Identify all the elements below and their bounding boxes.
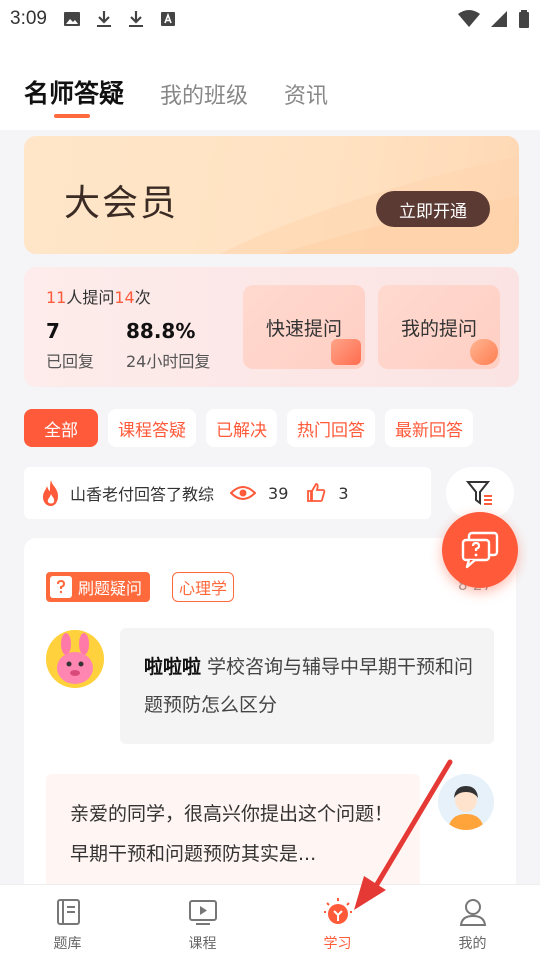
question-bubble: 啦啦啦 学校咨询与辅导中早期干预和问题预防怎么区分 — [120, 628, 494, 744]
quick-ask-button[interactable]: 快速提问 — [243, 285, 365, 369]
answer-text: 亲爱的同学，很高兴你提出这个问题！早期干预和问题预防其实是... — [70, 803, 394, 865]
nav-question-bank[interactable]: 题库 — [0, 885, 135, 960]
chat-question-icon — [461, 531, 499, 569]
app-notification-icon — [160, 12, 175, 26]
fire-icon — [43, 480, 58, 506]
filter-course-qa[interactable]: 课程答疑 — [108, 409, 196, 447]
signal-icon — [491, 11, 507, 27]
filter-hot[interactable]: 热门回答 — [287, 409, 375, 447]
tag-practice-question: 刷题疑问 — [46, 572, 151, 602]
replied-label: 已回复 — [46, 352, 95, 371]
filter-icon — [466, 481, 492, 505]
ticker-text: 山香老付回答了教综 — [70, 485, 215, 504]
nav-label-study: 学习 — [323, 936, 352, 952]
quick-ask-icon — [331, 339, 361, 365]
lightbulb-icon — [323, 898, 352, 924]
bottom-nav: 题库 课程 学习 我的 — [0, 884, 540, 960]
download-icon — [96, 11, 111, 27]
banner-title: 大会员 — [64, 183, 179, 224]
nav-label-profile: 我的 — [458, 936, 487, 952]
eye-icon — [230, 486, 257, 500]
question-card[interactable]: 刷题疑问 心理学 8-27 啦啦啦学校咨询与辅导中早期干预和问题预防怎么区分 亲… — [24, 538, 516, 898]
nav-profile[interactable]: 我的 — [405, 885, 540, 960]
my-questions-icon — [470, 339, 498, 365]
times-text: 次 — [134, 288, 151, 307]
nav-label-question-bank: 题库 — [53, 936, 82, 952]
filter-latest[interactable]: 最新回答 — [385, 409, 473, 447]
my-questions-label: 我的提问 — [400, 318, 477, 340]
times-count: 14 — [114, 288, 135, 307]
ask-question-fab[interactable] — [442, 512, 518, 588]
status-system — [458, 10, 530, 28]
asked-text: 人提问 — [66, 288, 115, 307]
question-doc-icon — [50, 576, 72, 598]
status-notifications — [63, 10, 177, 28]
question-bank-icon — [56, 899, 80, 925]
wifi-icon — [458, 10, 480, 27]
battery-icon — [519, 10, 529, 28]
filter-chips: 全部 课程答疑 已解决 热门回答 最新回答 — [24, 409, 473, 447]
profile-icon — [459, 899, 486, 926]
tag-main-label: 刷题疑问 — [78, 579, 143, 598]
image-icon — [63, 12, 80, 26]
like-count: 3 — [338, 483, 349, 503]
reply-rate-value: 88.8% — [126, 319, 196, 343]
asker-avatar — [46, 630, 104, 688]
question-stats-card: 11人提问14次 7 已回复 88.8% 24小时回复 快速提问 我的提问 — [24, 267, 519, 387]
tag-subject: 心理学 — [172, 572, 235, 602]
reply-rate-label: 24小时回复 — [126, 352, 211, 371]
asked-count: 11 — [46, 288, 67, 307]
tab-my-class[interactable]: 我的班级 — [160, 78, 248, 110]
tab-news[interactable]: 资讯 — [284, 78, 328, 110]
teacher-avatar — [438, 774, 494, 830]
tab-active-indicator — [54, 114, 90, 118]
thumbs-up-icon — [307, 483, 326, 502]
filter-all[interactable]: 全部 — [24, 409, 98, 447]
open-membership-button[interactable]: 立即开通 — [376, 191, 490, 227]
view-count: 39 — [268, 483, 289, 503]
nav-label-course: 课程 — [188, 936, 217, 952]
replied-value: 7 — [46, 319, 60, 343]
nav-course[interactable]: 课程 — [135, 885, 270, 960]
asker-name: 啦啦啦 — [144, 656, 202, 678]
nav-study[interactable]: 学习 — [270, 885, 405, 960]
tab-teacher-qa[interactable]: 名师答疑 — [24, 74, 124, 110]
filter-solved[interactable]: 已解决 — [206, 409, 277, 447]
teacher-avatar-icon — [438, 774, 494, 830]
quick-ask-label: 快速提问 — [265, 318, 342, 340]
answer-bubble: 亲爱的同学，很高兴你提出这个问题！早期干预和问题预防其实是... — [46, 774, 420, 898]
video-course-icon — [188, 900, 217, 925]
ask-summary: 11人提问14次 — [46, 284, 151, 308]
answer-ticker[interactable]: 山香老付回答了教综 39 3 — [24, 467, 431, 519]
status-bar: 3:09 — [0, 0, 540, 38]
rabbit-avatar-icon — [46, 630, 104, 688]
membership-banner[interactable]: 大会员 立即开通 — [24, 136, 519, 254]
download-icon — [128, 11, 143, 27]
tab-bar: 名师答疑 我的班级 资讯 — [24, 74, 328, 110]
my-questions-button[interactable]: 我的提问 — [378, 285, 500, 369]
status-time: 3:09 — [10, 8, 47, 29]
